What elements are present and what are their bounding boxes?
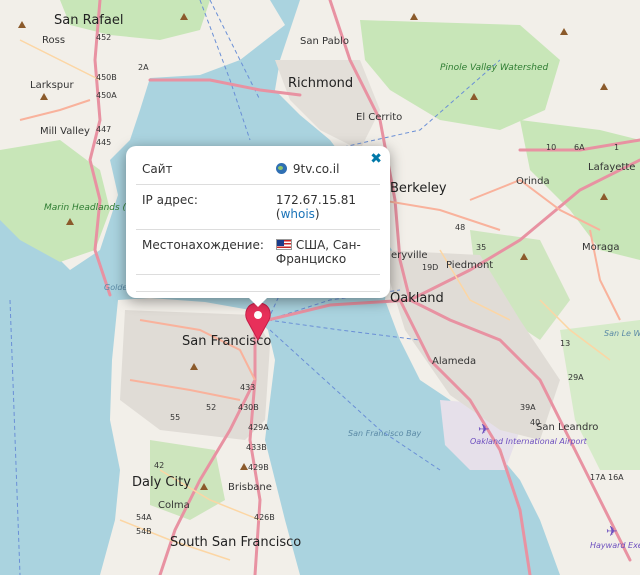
whois-link[interactable]: whois — [281, 207, 315, 221]
shield-429b: 429B — [248, 463, 269, 472]
label-san-pablo: San Pablo — [300, 36, 349, 47]
row-empty — [136, 274, 380, 292]
shield-16a: 16A — [608, 473, 624, 482]
label-mill-valley: Mill Valley — [40, 126, 90, 137]
label-piedmont: Piedmont — [446, 260, 493, 271]
shield-429a: 429A — [248, 423, 269, 432]
ip-value: 172.67.15.81 — [275, 193, 357, 207]
shield-6a: 6A — [574, 143, 585, 152]
us-flag-icon — [275, 239, 292, 250]
shield-48: 48 — [455, 223, 465, 232]
shield-42: 42 — [154, 461, 164, 470]
label-emeryville: eryville — [391, 250, 428, 261]
ip-info-popup: ✖ Сайт 9tv.co.il IP адрес: 172.67.15.81 … — [126, 146, 390, 298]
shield-39a: 39A — [520, 403, 536, 412]
popup-tip — [248, 297, 268, 307]
shield-52: 52 — [206, 403, 216, 412]
row-site-key: Сайт — [136, 154, 270, 185]
label-richmond: Richmond — [288, 76, 353, 91]
shield-29a: 29A — [568, 373, 584, 382]
shield-35: 35 — [476, 243, 486, 252]
shield-54a: 54A — [136, 513, 152, 522]
label-pinole-valley: Pinole Valley Watershed — [440, 63, 548, 73]
label-colma: Colma — [158, 500, 190, 511]
label-lafayette: Lafayette — [588, 162, 635, 173]
row-ip-value-cell: 172.67.15.81 (whois) — [269, 184, 380, 230]
row-ip: IP адрес: 172.67.15.81 (whois) — [136, 184, 380, 230]
row-site: Сайт 9tv.co.il — [136, 154, 380, 185]
shield-450b: 450B — [96, 73, 117, 82]
label-moraga: Moraga — [582, 242, 619, 253]
close-icon[interactable]: ✖ — [370, 152, 382, 166]
airport-icon-hayward: ✈ — [606, 524, 618, 540]
airport-icon: ✈ — [478, 422, 490, 438]
label-oakland: Oakland — [390, 291, 444, 306]
label-san-rafael: San Rafael — [54, 13, 123, 28]
row-empty-cell — [136, 274, 380, 292]
shield-1: 1 — [614, 143, 619, 152]
shield-54b: 54B — [136, 527, 152, 536]
shield-447: 447 — [96, 125, 111, 134]
label-san-leandro-water: San Le Wate — [604, 329, 640, 338]
shield-17a: 17A — [590, 473, 606, 482]
shield-433b: 433B — [246, 443, 267, 452]
shield-450a: 450A — [96, 91, 117, 100]
globe-icon — [275, 163, 287, 174]
shield-445: 445 — [96, 138, 111, 147]
shield-426b: 426B — [254, 513, 275, 522]
ip-info-table: Сайт 9tv.co.il IP адрес: 172.67.15.81 (w… — [136, 154, 380, 292]
label-oakland-airport: Oakland International Airport — [470, 437, 588, 446]
shield-13: 13 — [560, 339, 570, 348]
label-san-leandro: San Leandro — [536, 422, 598, 433]
label-el-cerrito: El Cerrito — [356, 112, 402, 123]
row-location: Местонахождение: США, Сан-Франциско — [136, 229, 380, 275]
label-ross: Ross — [42, 35, 65, 46]
label-south-sf: South San Francisco — [170, 535, 301, 550]
row-location-value-cell: США, Сан-Франциско — [269, 229, 380, 275]
label-berkeley: Berkeley — [390, 181, 447, 196]
row-site-value-cell: 9tv.co.il — [269, 154, 380, 185]
row-location-key: Местонахождение: — [136, 229, 270, 275]
shield-452: 452 — [96, 33, 111, 42]
shield-55: 55 — [170, 413, 180, 422]
label-alameda: Alameda — [432, 356, 476, 367]
label-sf-bay: San Francisco Bay — [348, 429, 421, 438]
shield-430b: 430B — [238, 403, 259, 412]
label-orinda: Orinda — [516, 176, 550, 187]
label-daly-city: Daly City — [132, 475, 191, 490]
site-value: 9tv.co.il — [292, 162, 340, 176]
label-larkspur: Larkspur — [30, 80, 74, 91]
shield-2a: 2A — [138, 63, 149, 72]
label-hayward-airport: Hayward Executive Airport — [590, 541, 640, 550]
row-ip-key: IP адрес: — [136, 184, 270, 230]
shield-19d: 19D — [422, 263, 438, 272]
shield-433: 433 — [240, 383, 255, 392]
shield-10: 10 — [546, 143, 556, 152]
label-brisbane: Brisbane — [228, 482, 272, 493]
